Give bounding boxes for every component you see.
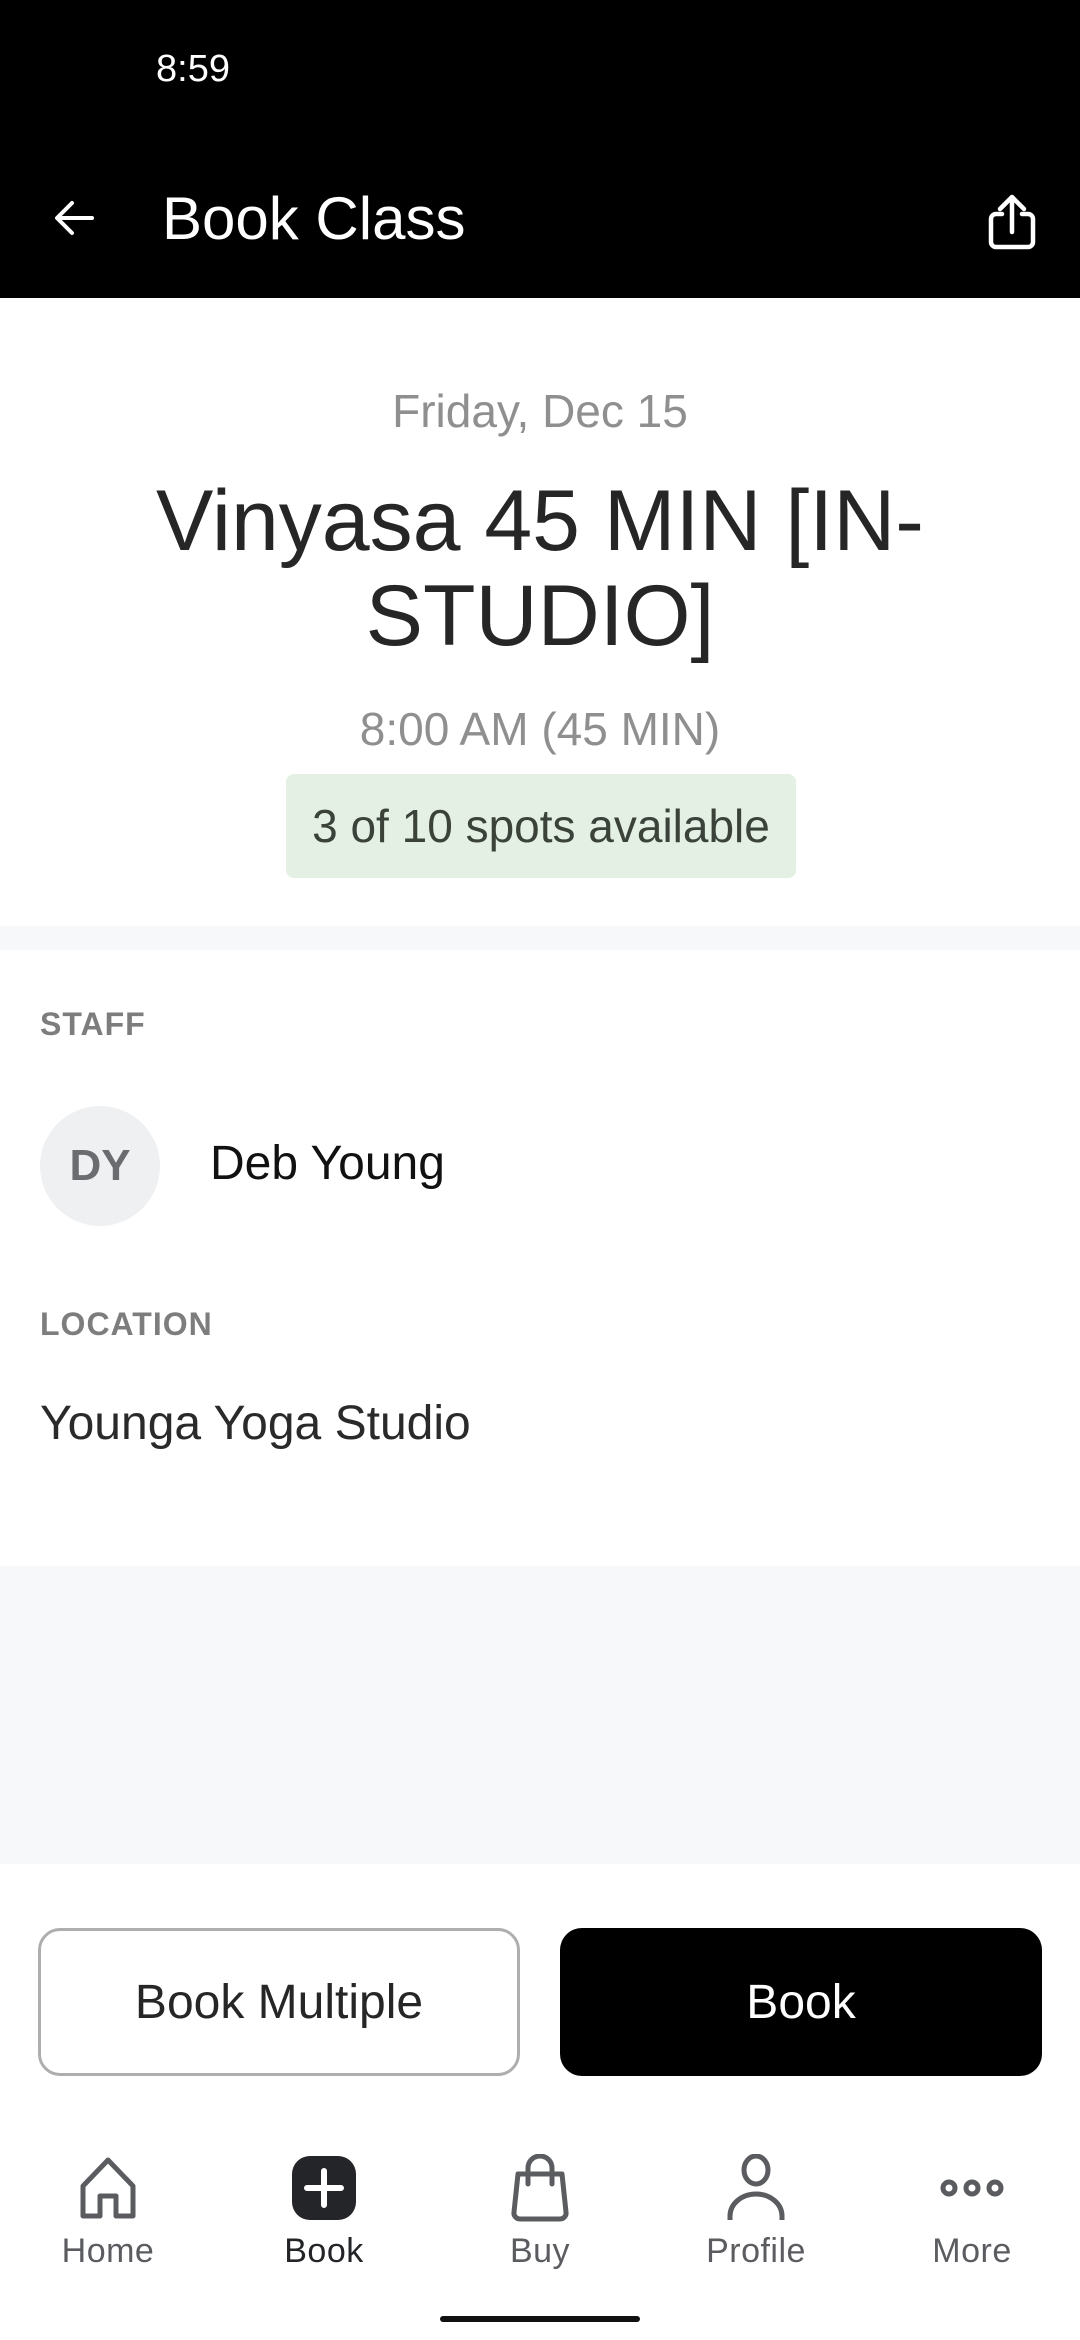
share-icon — [988, 194, 1036, 250]
tab-label: Book — [284, 2232, 364, 2270]
arrow-left-icon — [55, 201, 94, 235]
class-time: 8:00 AM (45 MIN) — [359, 703, 721, 755]
person-icon — [727, 2154, 785, 2220]
tab-buy[interactable]: Buy — [432, 2150, 648, 2280]
availability-badge: 3 of 10 spots available — [286, 774, 796, 878]
class-details: STAFF DY Deb Young LOCATION Younga Yoga … — [0, 950, 1080, 1566]
tab-label: Home — [61, 2232, 155, 2270]
home-indicator[interactable] — [440, 2316, 640, 2322]
empty-content-area — [0, 1566, 1080, 1864]
back-button[interactable] — [34, 178, 114, 258]
location-label: LOCATION — [40, 1306, 213, 1342]
bottom-tab-bar: Home Book Buy Profile More — [0, 2150, 1080, 2280]
status-time: 8:59 — [156, 48, 230, 90]
page-title: Book Class — [162, 185, 466, 252]
tab-more[interactable]: More — [864, 2150, 1080, 2280]
staff-name[interactable]: Deb Young — [210, 1136, 445, 1191]
app-bar: Book Class — [0, 130, 1080, 298]
staff-label: STAFF — [40, 1006, 146, 1042]
location-name: Younga Yoga Studio — [40, 1397, 471, 1450]
tab-label: Profile — [706, 2232, 806, 2270]
plus-square-icon — [292, 2156, 356, 2220]
more-dots-icon — [940, 2179, 1004, 2197]
class-title: Vinyasa 45 MIN [IN-STUDIO] — [156, 473, 924, 664]
section-divider — [0, 926, 1080, 950]
shopping-bag-icon — [511, 2154, 569, 2222]
staff-avatar[interactable]: DY — [40, 1106, 160, 1226]
tab-profile[interactable]: Profile — [648, 2150, 864, 2280]
tab-home[interactable]: Home — [0, 2150, 216, 2280]
class-date: Friday, Dec 15 — [392, 385, 688, 437]
book-button[interactable]: Book — [560, 1928, 1042, 2076]
home-icon — [80, 2157, 136, 2219]
tab-book[interactable]: Book — [216, 2150, 432, 2280]
tab-label: Buy — [509, 2232, 571, 2270]
share-button[interactable] — [972, 182, 1052, 262]
status-bar: 8:59 — [0, 0, 1080, 130]
book-multiple-button[interactable]: Book Multiple — [38, 1928, 520, 2076]
class-summary: Friday, Dec 15 Vinyasa 45 MIN [IN-STUDIO… — [0, 298, 1080, 926]
tab-label: More — [932, 2232, 1012, 2270]
